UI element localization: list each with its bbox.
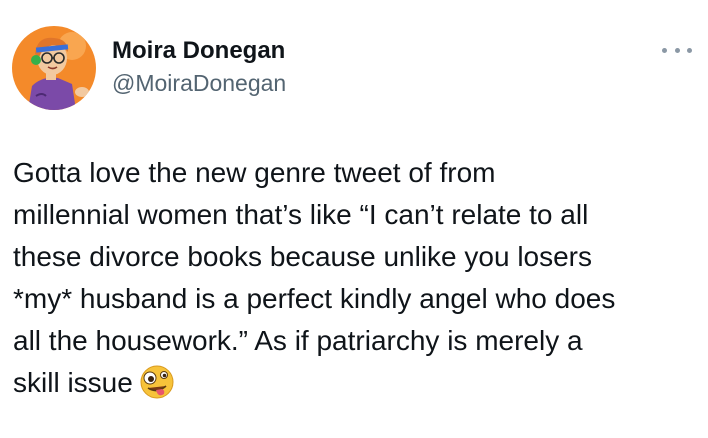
tweet-line: skill issue — [13, 367, 133, 398]
cartoon-character-avatar-icon — [12, 26, 96, 110]
avatar[interactable] — [12, 26, 96, 110]
tweet-header: Moira Donegan @MoiraDonegan — [12, 26, 696, 110]
more-options-icon — [662, 47, 667, 53]
author-names: Moira Donegan @MoiraDonegan — [112, 36, 286, 98]
tweet-text: Gotta love the new genre tweet of from m… — [13, 152, 703, 404]
display-name[interactable]: Moira Donegan — [112, 36, 286, 66]
tweet-card: Moira Donegan @MoiraDonegan Gotta love t… — [0, 0, 708, 438]
more-options-icon-dot — [687, 47, 692, 53]
tweet-line: millennial women that’s like “I can’t re… — [13, 199, 589, 230]
tweet-last-line: skill issue — [13, 362, 703, 404]
tweet-line: all the housework.” As if patriarchy is … — [13, 325, 583, 356]
tweet-line: Gotta love the new genre tweet of from — [13, 157, 496, 188]
tweet-line: *my* husband is a perfect kindly angel w… — [13, 283, 616, 314]
handle[interactable]: @MoiraDonegan — [112, 68, 286, 98]
more-options-button[interactable] — [662, 40, 692, 60]
more-options-icon-dot — [674, 47, 680, 53]
tweet-line: these divorce books because unlike you l… — [13, 241, 593, 272]
zany-face-emoji-icon — [140, 365, 174, 399]
